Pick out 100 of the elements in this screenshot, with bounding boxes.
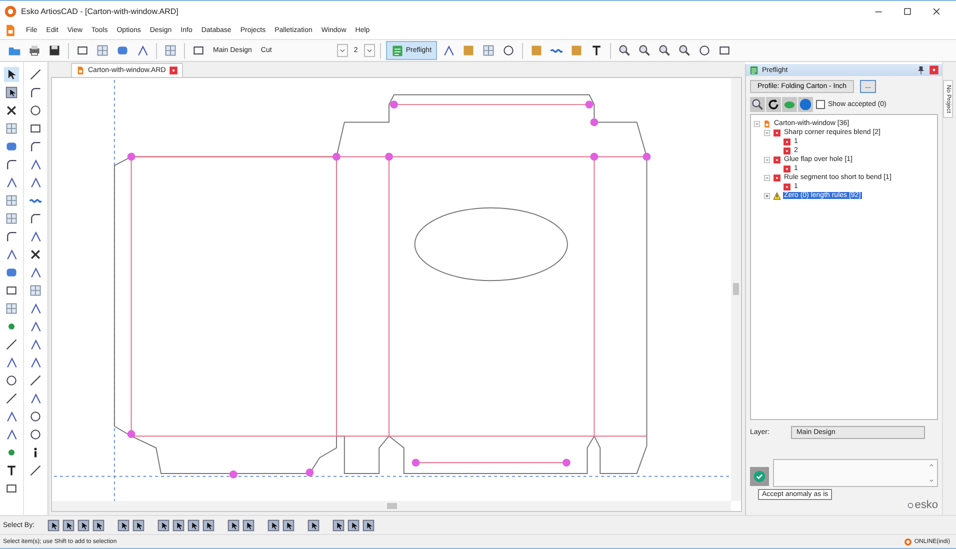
collapse-icon[interactable] bbox=[763, 156, 771, 164]
grid-icon[interactable] bbox=[5, 302, 18, 315]
selection-icon[interactable] bbox=[116, 518, 130, 532]
grid-icon[interactable] bbox=[482, 44, 495, 57]
error-icon bbox=[783, 182, 791, 190]
collapse-icon[interactable] bbox=[763, 128, 771, 136]
selection-icon[interactable] bbox=[186, 518, 200, 532]
zoom-icon[interactable] bbox=[658, 44, 671, 57]
error-icon bbox=[773, 128, 781, 136]
angle-icon[interactable] bbox=[29, 230, 42, 243]
selection-icon[interactable] bbox=[156, 518, 170, 532]
pin-icon[interactable] bbox=[916, 65, 926, 75]
scrollbar-thumb[interactable] bbox=[387, 503, 397, 509]
circle-icon[interactable] bbox=[502, 44, 515, 57]
line-icon[interactable] bbox=[5, 338, 18, 351]
angle-icon[interactable] bbox=[5, 356, 18, 369]
line-icon[interactable] bbox=[29, 374, 42, 387]
maximize-icon[interactable] bbox=[902, 6, 913, 16]
window-title: Esko ArtiosCAD - [Carton-with-window.ARD] bbox=[21, 6, 178, 16]
scrollbar-thumb[interactable] bbox=[733, 283, 739, 295]
arc-icon[interactable] bbox=[5, 230, 18, 243]
angle-icon[interactable] bbox=[29, 266, 42, 279]
zoom-icon[interactable] bbox=[618, 44, 631, 57]
refresh-icon[interactable] bbox=[767, 98, 780, 111]
scroll-up-icon[interactable] bbox=[928, 462, 935, 469]
grid-icon[interactable] bbox=[96, 44, 109, 57]
error-icon bbox=[773, 156, 781, 164]
scroll-down-icon[interactable] bbox=[928, 477, 935, 484]
cross-icon[interactable] bbox=[5, 104, 18, 117]
printer-icon[interactable] bbox=[28, 44, 41, 57]
grid-icon[interactable] bbox=[5, 212, 18, 225]
accept-button[interactable] bbox=[750, 467, 769, 486]
angle-icon[interactable] bbox=[5, 428, 18, 441]
line-icon[interactable] bbox=[29, 68, 42, 81]
arc-icon[interactable] bbox=[29, 140, 42, 153]
angle-icon[interactable] bbox=[29, 176, 42, 189]
warning-icon bbox=[773, 192, 781, 200]
angle-icon[interactable] bbox=[136, 44, 149, 57]
circle-icon[interactable] bbox=[29, 428, 42, 441]
selection-icon[interactable] bbox=[226, 518, 240, 532]
checkmark-icon bbox=[753, 470, 766, 483]
circle-icon[interactable] bbox=[29, 104, 42, 117]
save-icon[interactable] bbox=[48, 44, 61, 57]
rectangle-icon[interactable] bbox=[29, 122, 42, 135]
selection-icon[interactable] bbox=[282, 518, 295, 532]
angle-icon[interactable] bbox=[29, 320, 42, 333]
clipboard-icon bbox=[390, 44, 404, 57]
selection-icon[interactable] bbox=[76, 518, 90, 532]
arc-icon[interactable] bbox=[29, 212, 42, 225]
angle-icon[interactable] bbox=[29, 392, 42, 405]
text-icon[interactable] bbox=[5, 464, 18, 477]
arc-icon[interactable] bbox=[5, 158, 18, 171]
error-icon bbox=[773, 174, 781, 182]
circle-icon[interactable] bbox=[29, 410, 42, 423]
zoom-icon[interactable] bbox=[638, 44, 651, 57]
text-icon[interactable] bbox=[590, 44, 603, 57]
clipboard-icon bbox=[749, 65, 759, 75]
selection-icon[interactable] bbox=[132, 518, 145, 532]
circle-icon[interactable] bbox=[5, 374, 18, 387]
angle-icon[interactable] bbox=[5, 176, 18, 189]
collapse-icon[interactable] bbox=[763, 174, 771, 182]
document-icon bbox=[76, 66, 85, 75]
error-icon bbox=[783, 164, 791, 172]
zoom-icon[interactable] bbox=[751, 98, 764, 111]
angle-icon[interactable] bbox=[29, 302, 42, 315]
arc-icon[interactable] bbox=[29, 86, 42, 99]
selection-icon[interactable] bbox=[92, 518, 105, 532]
angle-icon[interactable] bbox=[29, 356, 42, 369]
square-icon[interactable] bbox=[5, 284, 18, 297]
checkbox[interactable] bbox=[816, 100, 825, 109]
selection-icon[interactable] bbox=[306, 518, 320, 532]
close-icon[interactable] bbox=[931, 6, 942, 16]
selection-icon[interactable] bbox=[332, 518, 345, 532]
selection-icon[interactable] bbox=[202, 518, 215, 532]
selection-icon[interactable] bbox=[266, 518, 280, 532]
angle-icon[interactable] bbox=[29, 338, 42, 351]
zoom-icon[interactable] bbox=[678, 44, 691, 57]
angle-icon[interactable] bbox=[5, 410, 18, 423]
grid-icon[interactable] bbox=[5, 122, 18, 135]
angle-icon[interactable] bbox=[29, 158, 42, 171]
collapse-icon[interactable] bbox=[753, 120, 761, 128]
grid-icon[interactable] bbox=[5, 194, 18, 207]
grid-icon[interactable] bbox=[29, 284, 42, 297]
cross-icon[interactable] bbox=[29, 248, 42, 261]
expand-icon[interactable] bbox=[763, 192, 771, 200]
line-icon[interactable] bbox=[5, 392, 18, 405]
selection-icon[interactable] bbox=[62, 518, 75, 532]
selection-icon[interactable] bbox=[172, 518, 185, 532]
selection-icon[interactable] bbox=[46, 518, 60, 532]
comment-field[interactable] bbox=[773, 459, 938, 487]
line-icon[interactable] bbox=[29, 464, 42, 477]
selection-icon[interactable] bbox=[346, 518, 360, 532]
app-logo-icon bbox=[4, 4, 17, 18]
selection-icon[interactable] bbox=[362, 518, 375, 532]
document-icon bbox=[763, 120, 771, 128]
angle-icon[interactable] bbox=[5, 248, 18, 261]
selection-icon[interactable] bbox=[242, 518, 255, 532]
select-icon[interactable] bbox=[5, 86, 18, 99]
square-icon[interactable] bbox=[5, 482, 18, 495]
document-icon[interactable] bbox=[4, 24, 17, 36]
